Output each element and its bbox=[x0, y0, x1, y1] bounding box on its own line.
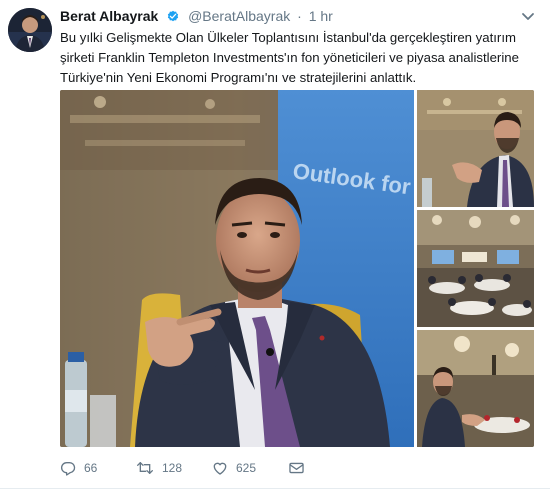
retweet-icon bbox=[137, 462, 153, 474]
reply-button[interactable]: 66 bbox=[60, 458, 97, 478]
like-icon bbox=[213, 462, 227, 475]
photo-thumbnail-1[interactable] bbox=[417, 90, 534, 207]
photo-thumbnail-3[interactable] bbox=[417, 330, 534, 447]
tweet-header: Berat Albayrak @BeratAlbayrak · 1 hr bbox=[60, 8, 520, 28]
direct-message-button[interactable] bbox=[288, 458, 305, 478]
verified-icon bbox=[166, 9, 180, 26]
avatar[interactable] bbox=[8, 8, 52, 52]
message-icon bbox=[289, 462, 304, 474]
like-count: 625 bbox=[236, 461, 257, 475]
media-grid: Outlook for T bbox=[60, 90, 534, 447]
tweet-card[interactable]: Berat Albayrak @BeratAlbayrak · 1 hr Bu … bbox=[0, 0, 550, 490]
divider bbox=[0, 488, 550, 489]
reply-icon bbox=[61, 461, 76, 476]
retweet-count: 128 bbox=[162, 461, 183, 475]
tweet-actions: 66 128 625 bbox=[60, 458, 530, 478]
photo-main[interactable]: Outlook for T bbox=[60, 90, 432, 447]
photo-thumbnail-2[interactable] bbox=[417, 210, 534, 327]
author-name[interactable]: Berat Albayrak bbox=[60, 8, 158, 24]
author-handle[interactable]: @BeratAlbayrak bbox=[188, 8, 290, 24]
retweet-button[interactable]: 128 bbox=[136, 458, 182, 478]
tweet-text: Bu yılki Gelişmekte Olan Ülkeler Toplant… bbox=[60, 30, 519, 85]
chevron-down-icon[interactable] bbox=[520, 8, 536, 24]
timestamp[interactable]: 1 hr bbox=[309, 8, 333, 24]
like-button[interactable]: 625 bbox=[212, 458, 256, 478]
reply-count: 66 bbox=[84, 461, 98, 475]
separator-dot: · bbox=[297, 8, 302, 24]
